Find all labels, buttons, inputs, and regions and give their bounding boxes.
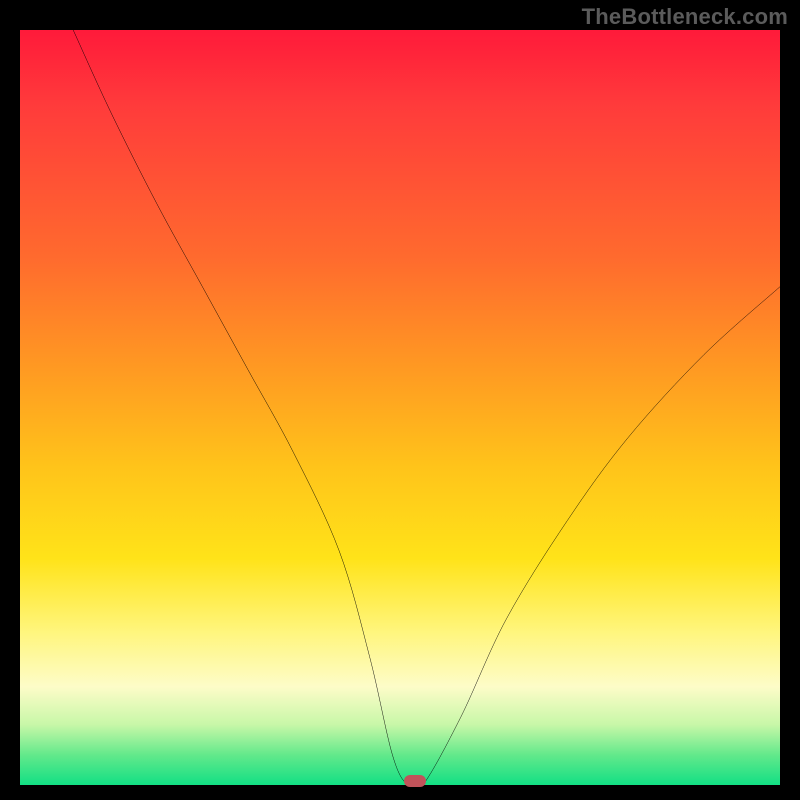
chart-frame: TheBottleneck.com [0, 0, 800, 800]
bottleneck-curve [20, 30, 780, 785]
curve-path [73, 30, 780, 785]
optimum-marker [404, 775, 426, 787]
watermark-text: TheBottleneck.com [582, 4, 788, 30]
plot-area [20, 30, 780, 785]
